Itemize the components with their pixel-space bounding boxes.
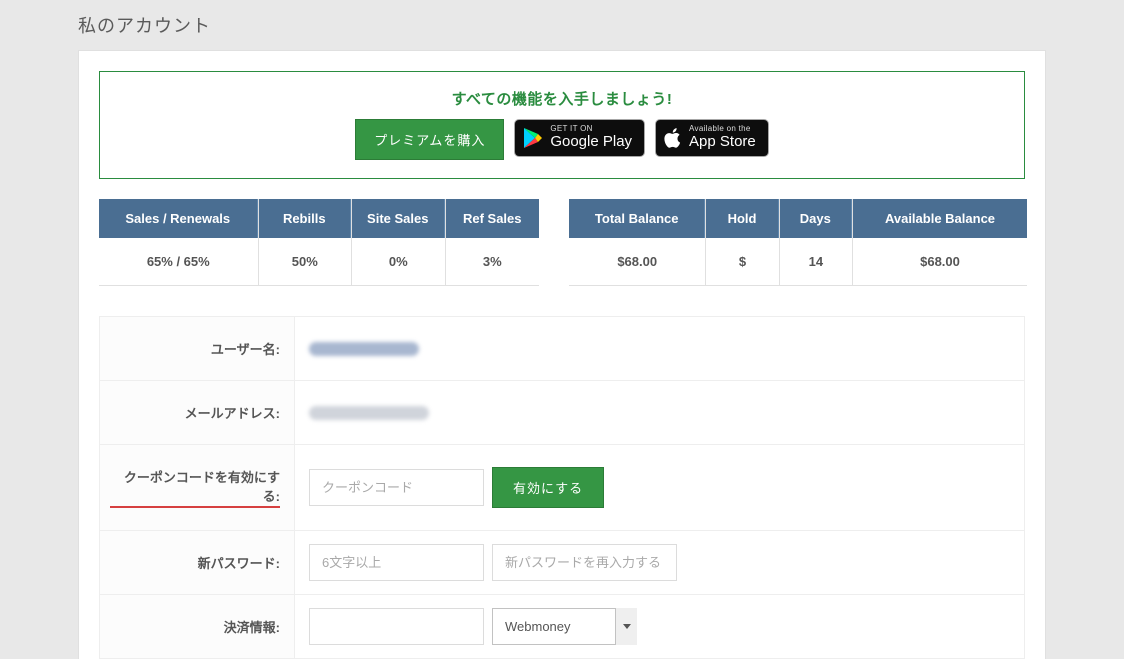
stats-table-right: Total Balance $68.00 Hold $ Days 14 Avai…: [569, 199, 1027, 286]
email-value-redacted: [309, 406, 429, 420]
app-store-badge[interactable]: Available on the App Store: [655, 119, 769, 157]
google-play-badge[interactable]: GET IT ON Google Play: [514, 119, 645, 157]
header-hold: Hold: [706, 199, 778, 238]
email-label: メールアドレス:: [100, 381, 295, 444]
new-password-label: 新パスワード:: [100, 531, 295, 594]
header-sales-renewals: Sales / Renewals: [99, 199, 258, 238]
apple-icon: [664, 127, 682, 149]
coupon-label: クーポンコードを有効にする:: [110, 467, 280, 508]
page-title: 私のアカウント: [0, 0, 1124, 50]
stats-table-left: Sales / Renewals 65% / 65% Rebills 50% S…: [99, 199, 539, 286]
confirm-password-input[interactable]: [492, 544, 677, 581]
payment-account-input[interactable]: [309, 608, 484, 645]
header-ref-sales: Ref Sales: [446, 199, 540, 238]
header-total-balance: Total Balance: [569, 199, 705, 238]
row-new-password: 新パスワード:: [100, 531, 1024, 595]
header-site-sales: Site Sales: [352, 199, 445, 238]
value-sales-renewals: 65% / 65%: [99, 238, 258, 286]
app-store-big-text: App Store: [689, 134, 756, 151]
value-rebills: 50%: [259, 238, 352, 286]
account-panel: すべての機能を入手しましょう! プレミアムを購入 GET IT ON: [78, 50, 1046, 659]
google-play-icon: [523, 127, 543, 149]
username-label: ユーザー名:: [100, 317, 295, 380]
header-available-balance: Available Balance: [853, 199, 1027, 238]
value-total-balance: $68.00: [569, 238, 705, 286]
value-ref-sales: 3%: [446, 238, 540, 286]
coupon-activate-button[interactable]: 有効にする: [492, 467, 604, 508]
username-value-redacted: [309, 342, 419, 356]
promo-box: すべての機能を入手しましょう! プレミアムを購入 GET IT ON: [99, 71, 1025, 179]
promo-title: すべての機能を入手しましょう!: [120, 88, 1004, 109]
payment-method-select[interactable]: Webmoney: [492, 608, 637, 645]
row-email: メールアドレス:: [100, 381, 1024, 445]
new-password-input[interactable]: [309, 544, 484, 581]
account-form: ユーザー名: メールアドレス: クーポンコードを有効にする: 有効にする 新パス…: [99, 316, 1025, 659]
value-days: 14: [780, 238, 852, 286]
payment-label: 決済情報:: [100, 595, 295, 658]
row-username: ユーザー名:: [100, 317, 1024, 381]
row-coupon: クーポンコードを有効にする: 有効にする: [100, 445, 1024, 531]
row-payment: 決済情報: Webmoney: [100, 595, 1024, 658]
coupon-input[interactable]: [309, 469, 484, 506]
header-rebills: Rebills: [259, 199, 352, 238]
google-play-big-text: Google Play: [550, 134, 632, 151]
value-hold: $: [706, 238, 778, 286]
header-days: Days: [780, 199, 852, 238]
value-site-sales: 0%: [352, 238, 445, 286]
buy-premium-button[interactable]: プレミアムを購入: [355, 119, 504, 160]
value-available-balance: $68.00: [853, 238, 1027, 286]
